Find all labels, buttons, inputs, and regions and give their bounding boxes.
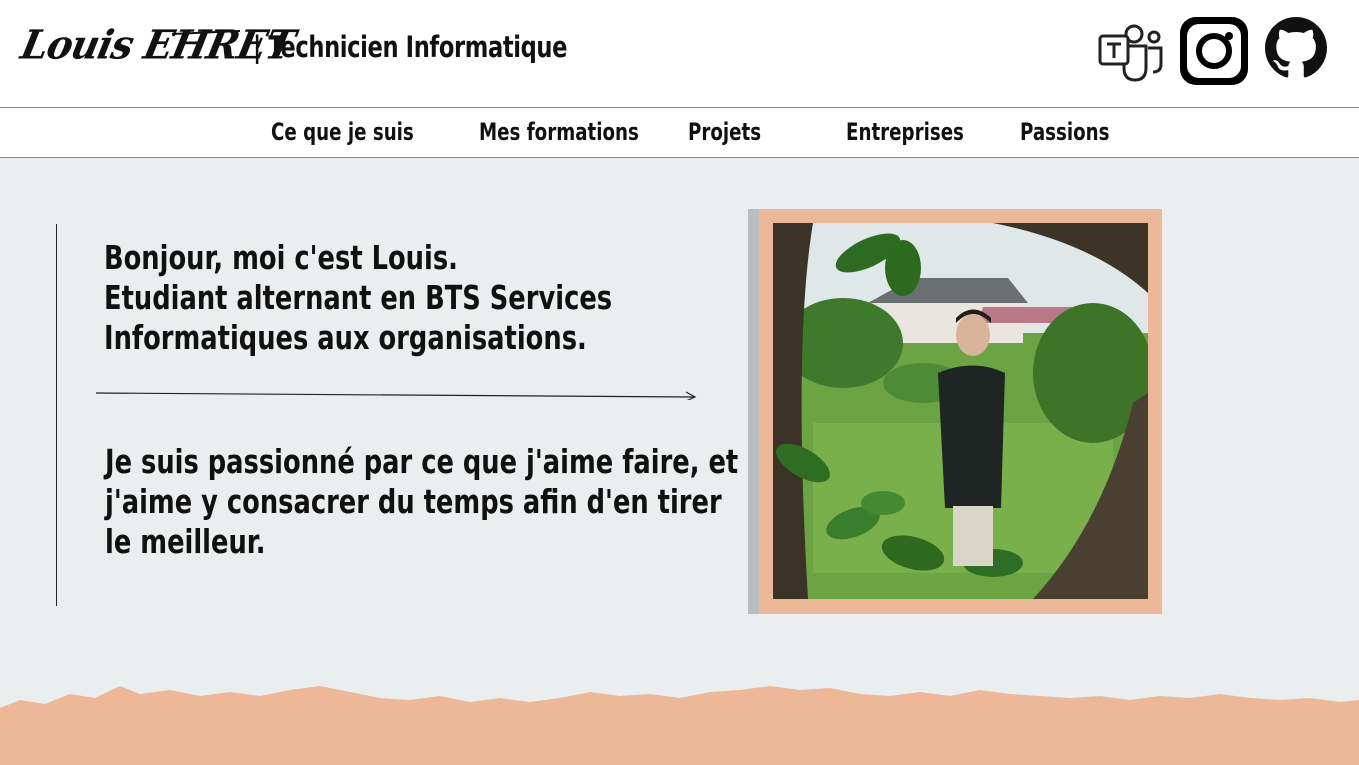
intro-line: Informatiques aux organisations. [104, 318, 587, 357]
microsoft-teams-icon [1098, 24, 1163, 82]
intro-text: Bonjour, moi c'est Louis. Etudiant alter… [104, 238, 612, 358]
nav-item-mes-formations[interactable]: Mes formations [479, 118, 639, 146]
instagram-link[interactable] [1180, 17, 1248, 89]
passion-line: Je suis passionné par ce que j'aime fair… [105, 442, 739, 481]
portrait-photo [773, 223, 1148, 599]
nav-item-entreprises[interactable]: Entreprises [846, 118, 964, 146]
github-icon [1265, 17, 1327, 78]
passion-line: le meilleur. [105, 522, 266, 561]
nav-item-ce-que-je-suis[interactable]: Ce que je suis [271, 118, 414, 146]
portrait-image [773, 223, 1148, 599]
passion-text: Je suis passionné par ce que j'aime fair… [105, 442, 738, 562]
passion-line: j'aime y consacrer du temps afin d'en ti… [105, 482, 722, 521]
github-link[interactable] [1265, 17, 1327, 83]
nav-item-projets[interactable]: Projets [688, 118, 761, 146]
main-nav: Ce que je suis Mes formations Projets En… [0, 107, 1359, 158]
instagram-icon [1180, 17, 1248, 85]
site-header: Louis EHRET | Technicien Informatique [0, 0, 1359, 107]
footer-brush-band [0, 686, 1359, 765]
hero-section: Bonjour, moi c'est Louis. Etudiant alter… [0, 158, 1359, 765]
arrow-right-icon [96, 391, 697, 400]
vertical-divider [56, 224, 57, 606]
intro-line: Bonjour, moi c'est Louis. [104, 238, 458, 277]
microsoft-teams-link[interactable] [1098, 22, 1164, 86]
site-tagline: | Technicien Informatique [253, 30, 568, 64]
portrait-frame [748, 209, 1162, 614]
signature-underline-icon [171, 30, 241, 35]
signature-logo[interactable]: Louis EHRET [17, 21, 298, 74]
intro-line: Etudiant alternant en BTS Services [104, 278, 613, 317]
nav-item-passions[interactable]: Passions [1020, 118, 1110, 146]
